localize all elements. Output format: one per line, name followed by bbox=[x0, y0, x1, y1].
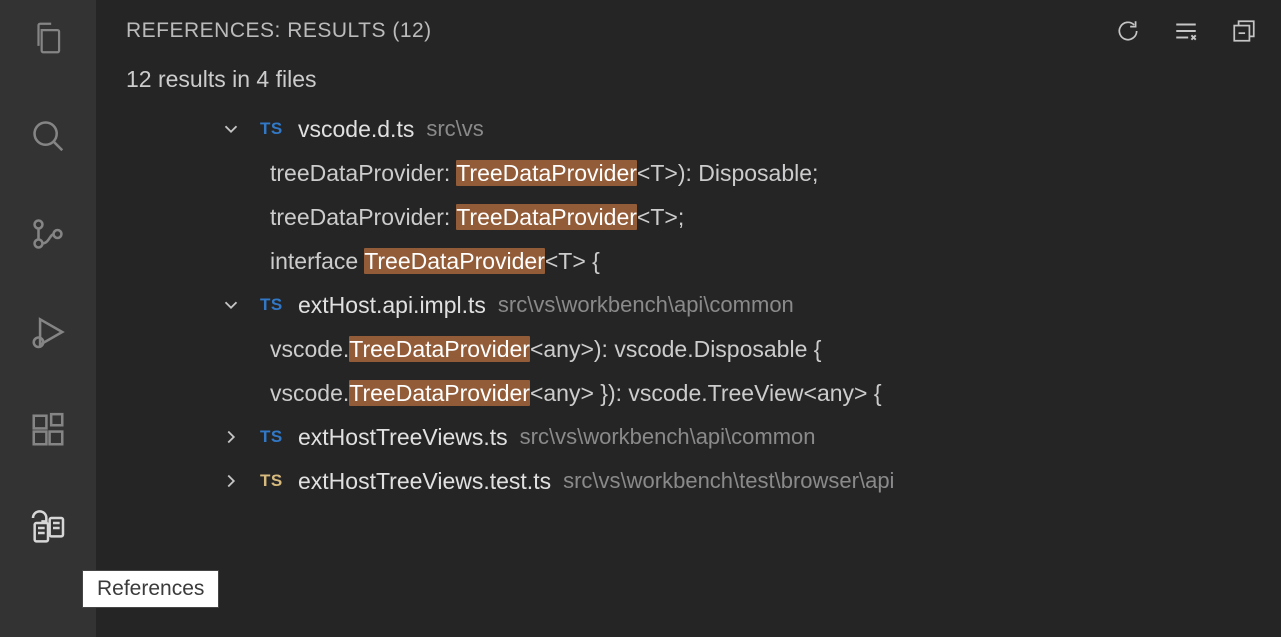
chevron-down-icon bbox=[220, 118, 246, 140]
chevron-right-icon bbox=[220, 470, 246, 492]
reference-item[interactable]: treeDataProvider: TreeDataProvider<T>; bbox=[96, 195, 1281, 239]
results-summary: 12 results in 4 files bbox=[96, 62, 1281, 107]
reference-code: vscode.TreeDataProvider<any>): vscode.Di… bbox=[270, 336, 821, 363]
chevron-down-icon bbox=[220, 294, 246, 316]
file-row[interactable]: TS extHostTreeViews.ts src\vs\workbench\ap… bbox=[96, 415, 1281, 459]
reference-item[interactable]: vscode.TreeDataProvider<any>): vscode.Di… bbox=[96, 327, 1281, 371]
file-path: src\vs\workbench\api\common bbox=[520, 424, 816, 450]
panel-title: REFERENCES: RESULTS (12) bbox=[126, 19, 432, 43]
source-control-icon[interactable] bbox=[24, 210, 72, 258]
panel-actions bbox=[1115, 18, 1257, 44]
clear-icon[interactable] bbox=[1173, 18, 1199, 44]
file-name: vscode.d.ts bbox=[298, 116, 414, 143]
activity-bar: References bbox=[0, 0, 96, 637]
results-tree: TS vscode.d.ts src\vs treeDataProvider: Tre… bbox=[96, 107, 1281, 503]
file-name: extHost.api.impl.ts bbox=[298, 292, 486, 319]
file-name: extHostTreeViews.ts bbox=[298, 424, 508, 451]
file-path: src\vs\workbench\test\browser\api bbox=[563, 468, 894, 494]
ts-badge: TS bbox=[260, 427, 288, 447]
extensions-icon[interactable] bbox=[24, 406, 72, 454]
reference-code: interface TreeDataProvider<T> { bbox=[270, 248, 600, 275]
ts-badge: TS bbox=[260, 295, 288, 315]
reference-item[interactable]: interface TreeDataProvider<T> { bbox=[96, 239, 1281, 283]
file-row[interactable]: TS extHostTreeViews.test.ts src\vs\workben… bbox=[96, 459, 1281, 503]
panel-header: REFERENCES: RESULTS (12) bbox=[96, 0, 1281, 62]
reference-item[interactable]: vscode.TreeDataProvider<any> }): vscode.… bbox=[96, 371, 1281, 415]
file-row[interactable]: TS vscode.d.ts src\vs bbox=[96, 107, 1281, 151]
reference-item[interactable]: treeDataProvider: TreeDataProvider<T>): … bbox=[96, 151, 1281, 195]
references-icon[interactable] bbox=[24, 504, 72, 552]
references-panel: REFERENCES: RESULTS (12) bbox=[96, 0, 1281, 637]
search-icon[interactable] bbox=[24, 112, 72, 160]
reference-code: vscode.TreeDataProvider<any> }): vscode.… bbox=[270, 380, 882, 407]
file-path: src\vs bbox=[426, 116, 483, 142]
references-tooltip: References bbox=[82, 570, 219, 608]
ts-badge: TS bbox=[260, 471, 288, 491]
ts-badge: TS bbox=[260, 119, 288, 139]
file-row[interactable]: TS extHost.api.impl.ts src\vs\workbench\ap… bbox=[96, 283, 1281, 327]
reference-code: treeDataProvider: TreeDataProvider<T>): … bbox=[270, 160, 818, 187]
explorer-icon[interactable] bbox=[24, 14, 72, 62]
reference-code: treeDataProvider: TreeDataProvider<T>; bbox=[270, 204, 684, 231]
file-name: extHostTreeViews.test.ts bbox=[298, 468, 551, 495]
chevron-right-icon bbox=[220, 426, 246, 448]
refresh-icon[interactable] bbox=[1115, 18, 1141, 44]
debug-icon[interactable] bbox=[24, 308, 72, 356]
collapse-all-icon[interactable] bbox=[1231, 18, 1257, 44]
file-path: src\vs\workbench\api\common bbox=[498, 292, 794, 318]
